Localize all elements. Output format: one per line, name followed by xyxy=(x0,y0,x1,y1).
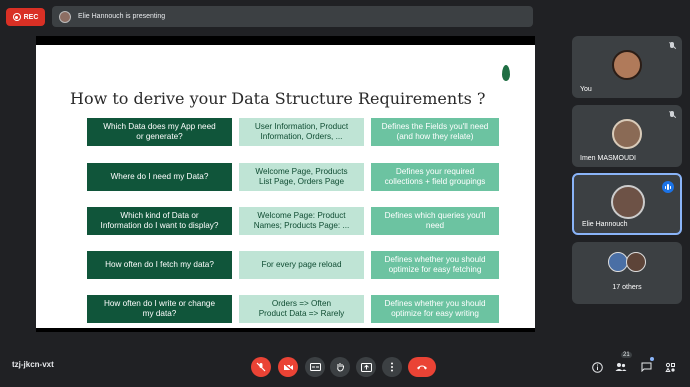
participant-photo xyxy=(608,252,628,272)
slide-row: How often do I fetch my data? For every … xyxy=(87,251,499,279)
row-example: Welcome Page, Products List Page, Orders… xyxy=(239,163,364,191)
captions-button[interactable] xyxy=(305,357,325,377)
camera-off-icon xyxy=(283,362,293,372)
row-question: Which Data does my App need or generate? xyxy=(87,118,232,146)
present-button[interactable] xyxy=(356,357,376,377)
presenter-avatar xyxy=(59,10,71,23)
presentation-slide: How to derive your Data Structure Requir… xyxy=(36,45,535,328)
hand-icon xyxy=(336,363,344,372)
mic-off-icon xyxy=(256,362,266,372)
present-screen-icon xyxy=(360,362,372,372)
mic-muted-icon xyxy=(669,111,675,119)
participant-name: Imen MASMOUDI xyxy=(580,155,637,162)
row-question: How often do I write or change my data? xyxy=(87,295,232,323)
participant-photo xyxy=(626,252,646,272)
presenting-text: Elie Hannouch is presenting xyxy=(78,13,166,20)
record-icon xyxy=(12,13,21,21)
participant-name: You xyxy=(580,86,592,93)
activities-icon xyxy=(664,362,675,372)
mic-toggle-button[interactable] xyxy=(251,357,271,377)
more-vert-icon xyxy=(391,362,393,372)
participant-photo xyxy=(612,119,642,149)
people-icon xyxy=(615,363,627,371)
rec-label: REC xyxy=(23,13,39,21)
leave-call-button[interactable] xyxy=(408,357,436,377)
row-meaning: Defines which queries you'll need xyxy=(371,207,499,235)
meeting-code: tzj-jkcn-vxt xyxy=(12,360,54,369)
speaking-indicator-icon xyxy=(662,181,674,193)
mic-muted-icon xyxy=(669,42,675,50)
others-count: 17 others xyxy=(612,284,642,291)
camera-toggle-button[interactable] xyxy=(278,357,298,377)
row-question: Which kind of Data or Information do I w… xyxy=(87,207,232,235)
phone-hangup-icon xyxy=(417,365,427,370)
leaf-logo-icon xyxy=(502,65,510,81)
row-meaning: Defines whether you should optimize for … xyxy=(371,295,499,323)
people-count-badge: 21 xyxy=(621,352,632,358)
row-meaning: Defines your required collections + fiel… xyxy=(371,163,499,191)
row-example: Orders => Often Product Data => Rarely xyxy=(239,295,364,323)
participant-tile-imen[interactable]: Imen MASMOUDI xyxy=(572,105,682,167)
participant-tile-elie[interactable]: Elie Hannouch xyxy=(572,173,682,235)
slide-row: Which Data does my App need or generate?… xyxy=(87,118,499,146)
participant-tile-others[interactable]: 17 others xyxy=(572,242,682,304)
participant-name: Elie Hannouch xyxy=(582,221,628,228)
people-button[interactable] xyxy=(614,360,628,374)
row-example: For every page reload xyxy=(239,251,364,279)
row-example: User Information, Product Information, O… xyxy=(239,118,364,146)
presenting-banner: Elie Hannouch is presenting xyxy=(52,6,533,27)
activities-button[interactable] xyxy=(663,360,677,374)
row-question: How often do I fetch my data? xyxy=(87,251,232,279)
participant-photo xyxy=(612,50,642,80)
participant-tile-you[interactable]: You xyxy=(572,36,682,98)
slide-title: How to derive your Data Structure Requir… xyxy=(70,89,486,108)
chat-notification-dot xyxy=(650,357,654,361)
captions-icon xyxy=(309,363,321,371)
recording-badge[interactable]: REC xyxy=(6,8,45,26)
participant-photo xyxy=(611,185,645,219)
chat-icon xyxy=(641,362,651,372)
row-meaning: Defines the Fields you'll need (and how … xyxy=(371,118,499,146)
slide-row: Which kind of Data or Information do I w… xyxy=(87,207,499,235)
slide-row: Where do I need my Data? Welcome Page, P… xyxy=(87,163,499,191)
raise-hand-button[interactable] xyxy=(330,357,350,377)
row-example: Welcome Page: Product Names; Products Pa… xyxy=(239,207,364,235)
slide-row: How often do I write or change my data? … xyxy=(87,295,499,323)
row-meaning: Defines whether you should optimize for … xyxy=(371,251,499,279)
more-options-button[interactable] xyxy=(382,357,402,377)
info-icon xyxy=(591,361,603,373)
meeting-details-button[interactable] xyxy=(590,360,604,374)
chat-button[interactable] xyxy=(639,360,653,374)
row-question: Where do I need my Data? xyxy=(87,163,232,191)
